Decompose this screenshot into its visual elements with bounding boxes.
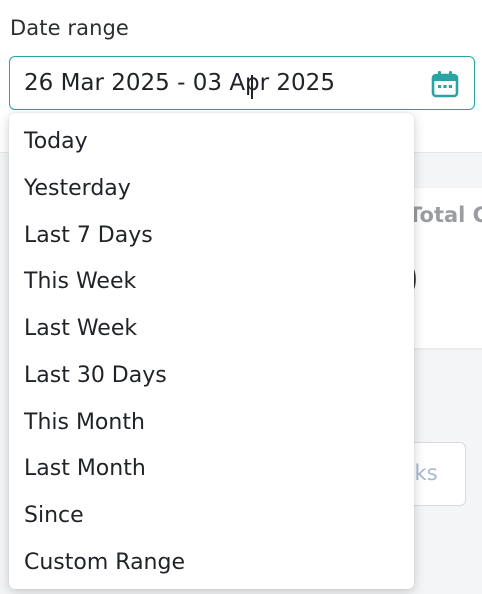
date-range-input[interactable]: 26 Mar 2025 - 03 Apr 2025 — [9, 56, 475, 110]
menu-item-since[interactable]: Since — [24, 503, 84, 528]
menu-item-this-week[interactable]: This Week — [24, 269, 136, 294]
date-range-label: Date range — [10, 16, 129, 40]
menu-item-last-30-days[interactable]: Last 30 Days — [24, 363, 167, 388]
date-range-dropdown: Today Yesterday Last 7 Days This Week La… — [9, 113, 414, 589]
menu-item-today[interactable]: Today — [24, 129, 88, 154]
summary-card-title: Total C — [408, 203, 482, 227]
text-caret — [251, 75, 253, 99]
menu-item-last-week[interactable]: Last Week — [24, 316, 137, 341]
menu-item-this-month[interactable]: This Month — [24, 410, 145, 435]
menu-item-last-month[interactable]: Last Month — [24, 456, 146, 481]
menu-item-custom-range[interactable]: Custom Range — [24, 550, 185, 575]
calendar-icon[interactable] — [431, 70, 459, 98]
menu-item-last-7-days[interactable]: Last 7 Days — [24, 223, 153, 248]
menu-item-yesterday[interactable]: Yesterday — [24, 176, 131, 201]
date-range-value: 26 Mar 2025 - 03 Apr 2025 — [24, 70, 335, 96]
